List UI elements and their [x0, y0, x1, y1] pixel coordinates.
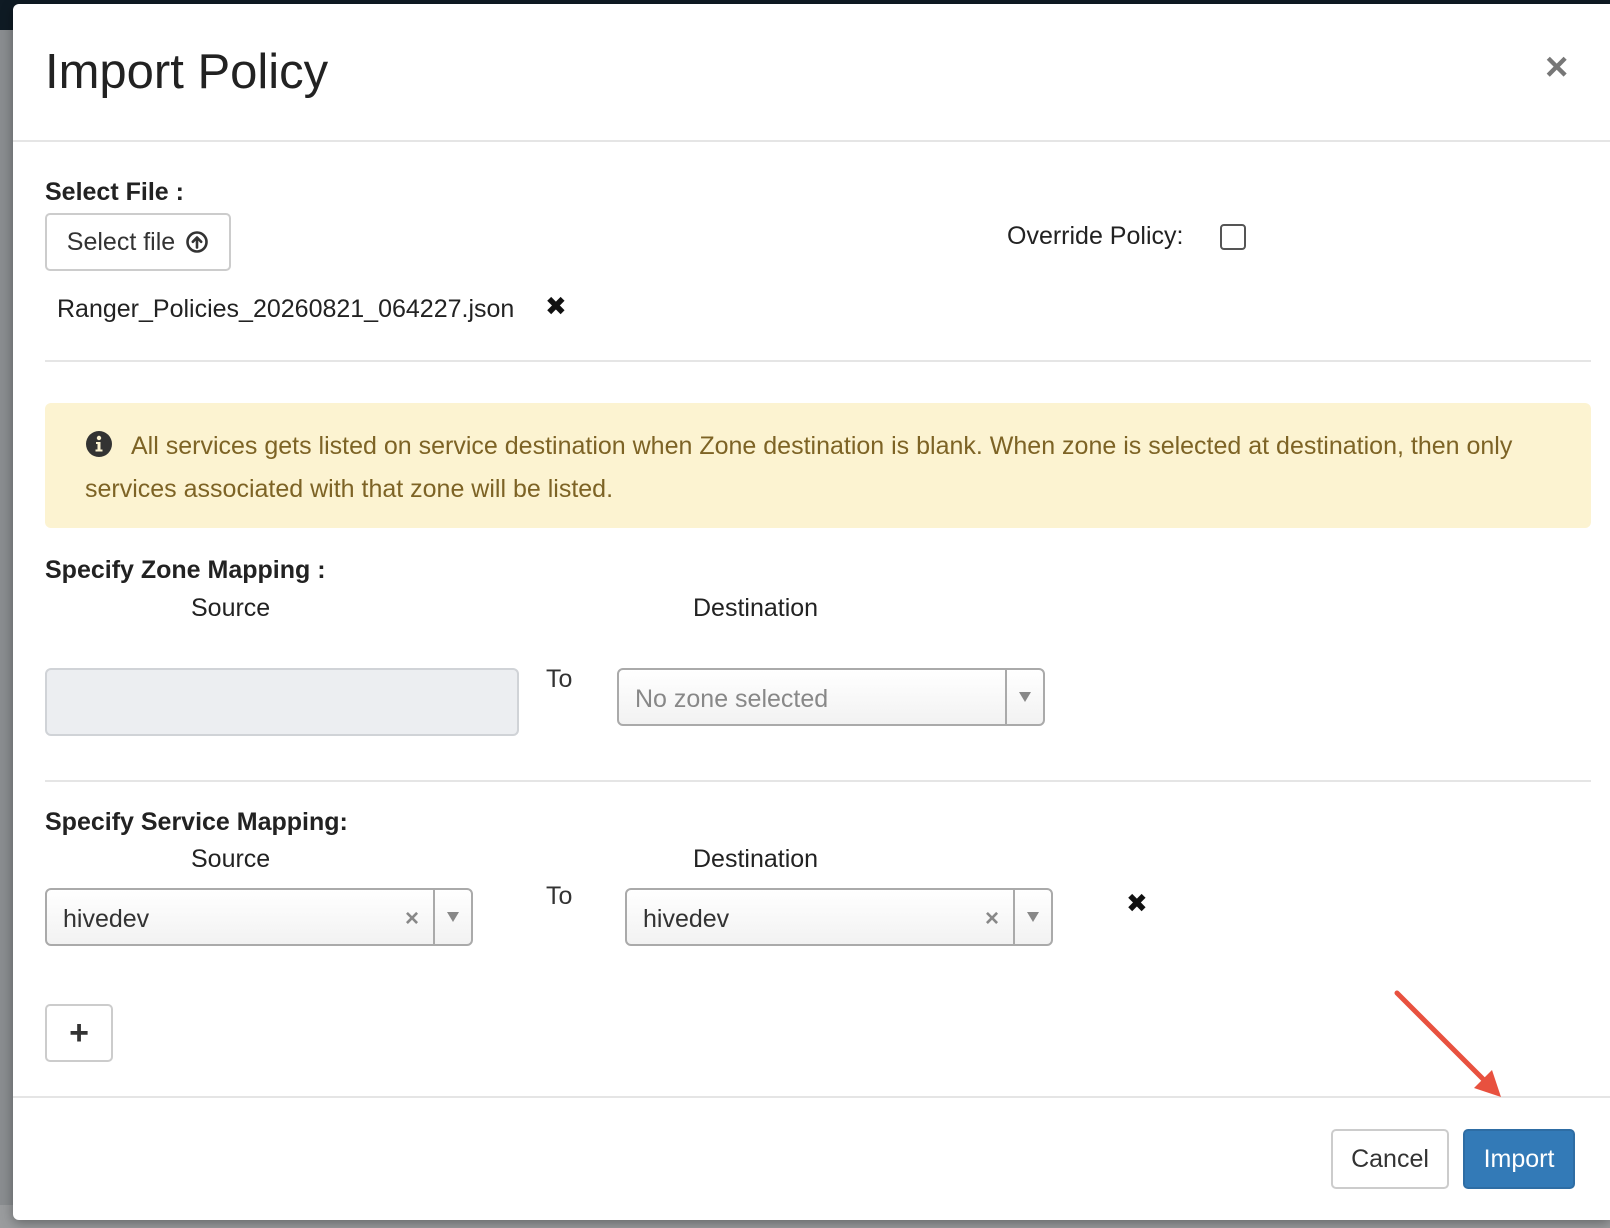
- modal-title: Import Policy: [45, 45, 329, 99]
- info-alert: All services gets listed on service dest…: [45, 403, 1591, 528]
- select-file-button-label: Select file: [66, 227, 176, 256]
- service-source-select[interactable]: hivedev ×: [45, 888, 473, 946]
- app-backdrop-side: [0, 30, 14, 1228]
- section-divider: [45, 780, 1591, 782]
- override-policy-checkbox[interactable]: [1220, 224, 1246, 250]
- add-mapping-row-button[interactable]: +: [45, 1004, 113, 1062]
- zone-destination-placeholder: No zone selected: [635, 685, 829, 713]
- remove-mapping-row-icon[interactable]: ✖: [1126, 888, 1148, 919]
- close-icon[interactable]: ×: [1545, 42, 1568, 92]
- zone-source-input[interactable]: [45, 668, 519, 736]
- chevron-down-icon: [447, 912, 459, 922]
- chevron-down-icon: [1019, 692, 1031, 702]
- zone-destination-select[interactable]: No zone selected: [617, 668, 1045, 726]
- chevron-down-icon: [1027, 912, 1039, 922]
- section-divider: [45, 360, 1591, 362]
- select-file-button[interactable]: Select file: [45, 213, 231, 271]
- import-button[interactable]: Import: [1463, 1129, 1575, 1189]
- circle-arrow-up-icon: [185, 230, 209, 254]
- annotation-arrow-icon: [1394, 990, 1501, 1097]
- cancel-button[interactable]: Cancel: [1331, 1129, 1449, 1189]
- service-to-label: To: [546, 882, 573, 910]
- service-source-header: Source: [191, 845, 271, 873]
- info-circle-icon: [85, 430, 113, 470]
- import-policy-modal: Import Policy × Select File : Select fil…: [13, 4, 1610, 1220]
- zone-destination-dropdown-toggle[interactable]: [1005, 670, 1043, 724]
- service-source-dropdown-toggle[interactable]: [433, 890, 471, 944]
- footer-divider: [13, 1096, 1610, 1098]
- selected-file-name: Ranger_Policies_20260821_064227.json: [57, 295, 515, 323]
- alert-text: All services gets listed on service dest…: [85, 432, 1513, 503]
- service-mapping-label: Specify Service Mapping:: [45, 808, 348, 836]
- service-destination-dropdown-toggle[interactable]: [1013, 890, 1051, 944]
- zone-destination-header: Destination: [693, 594, 819, 622]
- service-destination-select[interactable]: hivedev ×: [625, 888, 1053, 946]
- service-source-value: hivedev: [63, 905, 150, 933]
- clear-destination-icon[interactable]: ×: [985, 905, 999, 933]
- service-destination-header: Destination: [693, 845, 819, 873]
- zone-source-header: Source: [191, 594, 271, 622]
- modal-header: Import Policy ×: [13, 4, 1610, 142]
- override-policy-label: Override Policy:: [1007, 222, 1184, 250]
- zone-mapping-label: Specify Zone Mapping :: [45, 556, 326, 584]
- zone-to-label: To: [546, 665, 573, 693]
- service-destination-value: hivedev: [643, 905, 730, 933]
- select-file-label: Select File :: [45, 178, 184, 206]
- clear-source-icon[interactable]: ×: [405, 905, 419, 933]
- remove-file-icon[interactable]: ✖: [545, 291, 567, 322]
